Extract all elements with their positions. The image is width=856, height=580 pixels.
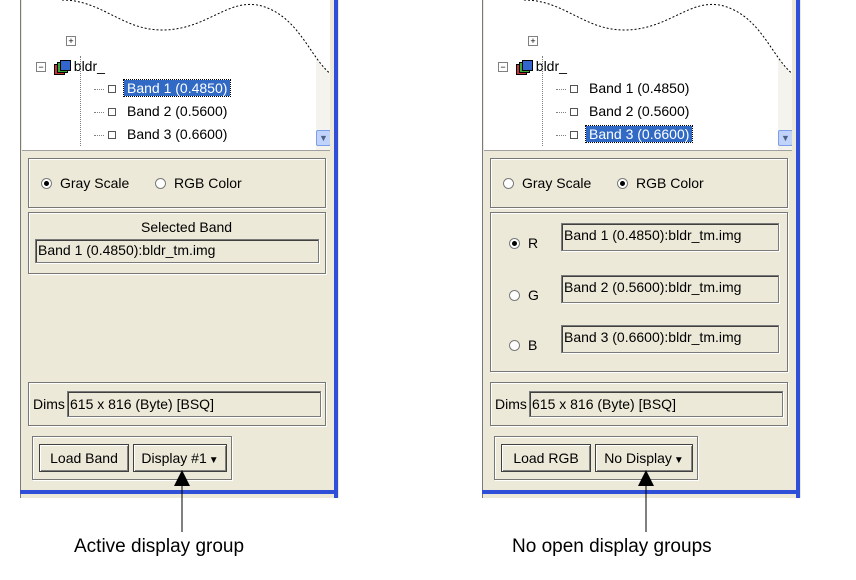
band-list-panel-left: − bldr_ Band 1 (0.4850) Band 2 (0.5600) … xyxy=(20,0,342,500)
selected-band-field: Band 1 (0.4850):bldr_tm.img xyxy=(35,239,319,263)
tree-item-label: Band 3 (0.6600) xyxy=(584,125,694,143)
radio-icon xyxy=(41,177,52,189)
radio-icon xyxy=(509,339,520,351)
tree-item-band-3[interactable]: Band 3 (0.6600) xyxy=(94,124,230,144)
selected-band-group: Selected Band Band 1 (0.4850):bldr_tm.im… xyxy=(28,212,326,274)
tree-item-label: Band 2 (0.5600) xyxy=(589,103,690,119)
caption-right: No open display groups xyxy=(512,536,712,557)
right-pointer-arrow xyxy=(638,470,654,532)
load-band-button[interactable]: Load Band xyxy=(39,444,129,472)
window-frame-right xyxy=(334,0,338,498)
caption-left: Active display group xyxy=(74,536,245,557)
band-icon xyxy=(108,108,116,117)
band-icon xyxy=(570,108,578,117)
display-mode-group: Gray Scale RGB Color xyxy=(490,158,788,208)
gray-scale-label: Gray Scale xyxy=(60,175,130,191)
green-channel-field: Band 2 (0.5600):bldr_tm.img xyxy=(561,275,779,303)
radio-icon xyxy=(503,177,514,189)
display-dropdown-label: No Display xyxy=(604,450,672,466)
gray-scale-label: Gray Scale xyxy=(522,175,592,191)
dims-label: Dims xyxy=(495,396,527,412)
green-channel-label: G xyxy=(528,287,539,303)
display-dropdown-label: Display #1 xyxy=(141,450,207,466)
dims-group: Dims 615 x 816 (Byte) [BSQ] xyxy=(490,382,788,426)
blue-channel-label: B xyxy=(528,337,538,353)
radio-icon xyxy=(509,289,520,301)
dims-group: Dims 615 x 816 (Byte) [BSQ] xyxy=(28,382,326,426)
left-pointer-arrow xyxy=(174,470,190,532)
radio-icon xyxy=(617,177,628,189)
band-tree[interactable]: − bldr_ Band 1 (0.4850) Band 2 (0.5600) … xyxy=(22,0,330,151)
tree-item-band-1[interactable]: Band 1 (0.4850) xyxy=(94,78,232,98)
band-tree[interactable]: − bldr_ Band 1 (0.4850) Band 2 (0.5600) … xyxy=(484,0,792,151)
tree-item-label: Band 3 (0.6600) xyxy=(127,126,228,142)
rgb-channels-group: R Band 1 (0.4850):bldr_tm.img G Band 2 (… xyxy=(490,212,788,372)
expand-icon[interactable]: + xyxy=(528,36,538,46)
tree-item-band-2[interactable]: Band 2 (0.5600) xyxy=(556,101,692,121)
radio-icon xyxy=(509,237,520,249)
expand-icon[interactable]: + xyxy=(66,36,76,46)
tree-item-label: Band 2 (0.5600) xyxy=(127,103,228,119)
display-dropdown[interactable]: Display #1 ▼ xyxy=(133,444,227,472)
tree-item-label: Band 1 (0.4850) xyxy=(122,79,232,97)
tree-item-band-1[interactable]: Band 1 (0.4850) xyxy=(556,78,692,98)
dims-label: Dims xyxy=(33,396,65,412)
button-group: Load RGB No Display ▼ xyxy=(494,436,698,480)
tree-item-label: Band 1 (0.4850) xyxy=(589,80,690,96)
dims-field: 615 x 816 (Byte) [BSQ] xyxy=(67,391,321,417)
band-icon xyxy=(570,85,578,94)
scroll-down-button[interactable]: ▼ xyxy=(778,130,792,146)
dropdown-arrow-icon: ▼ xyxy=(208,455,219,466)
display-dropdown[interactable]: No Display ▼ xyxy=(595,444,693,472)
blue-channel-field: Band 3 (0.6600):bldr_tm.img xyxy=(561,325,779,353)
band-icon xyxy=(108,85,116,94)
scroll-down-button[interactable]: ▼ xyxy=(316,130,330,146)
rgb-color-label: RGB Color xyxy=(174,175,242,191)
red-channel-field: Band 1 (0.4850):bldr_tm.img xyxy=(561,223,779,251)
gray-scale-radio[interactable]: Gray Scale xyxy=(41,175,129,191)
blue-channel-radio[interactable]: B xyxy=(509,337,537,353)
red-channel-radio[interactable]: R xyxy=(509,235,538,251)
window-frame-right xyxy=(796,0,800,498)
band-icon xyxy=(108,131,116,140)
rgb-color-label: RGB Color xyxy=(636,175,704,191)
selected-band-title: Selected Band xyxy=(141,219,233,235)
gray-scale-radio[interactable]: Gray Scale xyxy=(503,175,591,191)
dims-field: 615 x 816 (Byte) [BSQ] xyxy=(529,391,783,417)
button-group: Load Band Display #1 ▼ xyxy=(32,436,232,480)
tree-item-band-2[interactable]: Band 2 (0.5600) xyxy=(94,101,230,121)
rgb-color-radio[interactable]: RGB Color xyxy=(617,175,704,191)
load-rgb-button[interactable]: Load RGB xyxy=(501,444,591,472)
rgb-color-radio[interactable]: RGB Color xyxy=(155,175,242,191)
dropdown-arrow-icon: ▼ xyxy=(673,455,684,466)
tree-item-band-3[interactable]: Band 3 (0.6600) xyxy=(556,124,694,144)
display-mode-group: Gray Scale RGB Color xyxy=(28,158,326,208)
green-channel-radio[interactable]: G xyxy=(509,287,539,303)
radio-icon xyxy=(155,177,166,189)
red-channel-label: R xyxy=(528,235,539,251)
band-icon xyxy=(570,131,578,140)
band-list-panel-right: − bldr_ Band 1 (0.4850) Band 2 (0.5600) … xyxy=(482,0,804,500)
